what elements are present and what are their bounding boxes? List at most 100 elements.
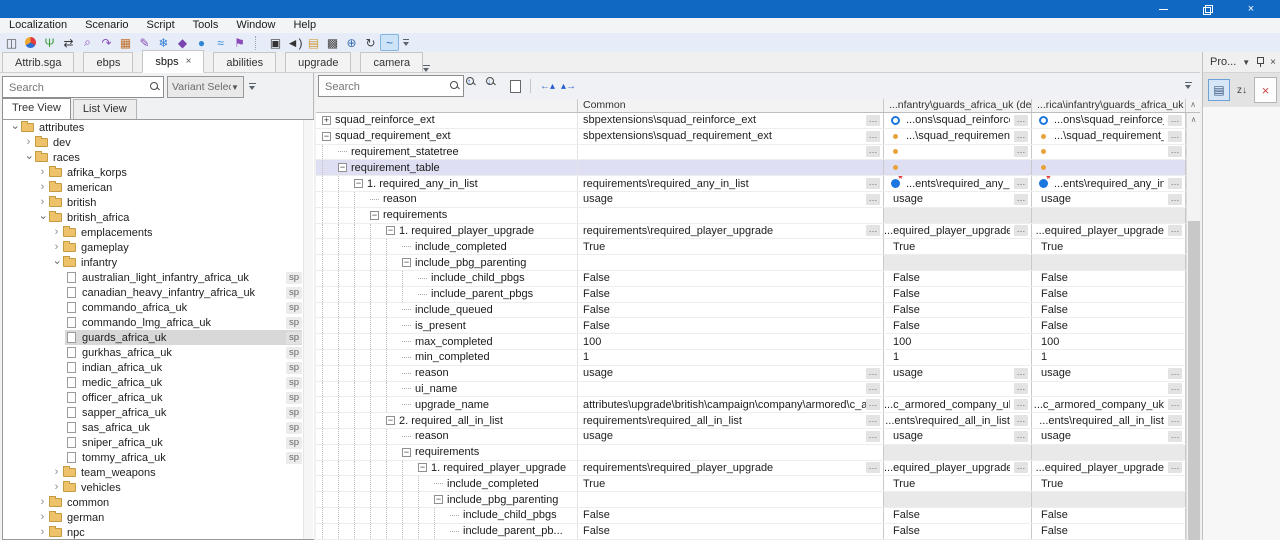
ellipsis-button[interactable]: … xyxy=(866,399,880,411)
category-view-button[interactable]: ▤ xyxy=(1208,79,1230,101)
search-options-overflow-icon[interactable] xyxy=(248,81,258,93)
tree-item-afrika_korps[interactable]: › afrika_korps xyxy=(3,165,314,180)
history-icon[interactable]: ↻ xyxy=(361,34,380,51)
expander-icon[interactable]: − xyxy=(370,210,379,220)
sp-variant-cell[interactable]: False xyxy=(1032,270,1186,286)
ellipsis-button[interactable]: … xyxy=(866,383,880,395)
flag-icon[interactable]: ⚑ xyxy=(230,34,249,51)
common-value-cell[interactable]: requirements\required_any_in_list… xyxy=(578,176,884,191)
row-max_completed[interactable]: max_completed 100 100 100 xyxy=(316,334,1186,350)
common-value-cell[interactable]: False xyxy=(578,523,884,539)
default-variant-cell[interactable]: 1 xyxy=(884,349,1032,365)
ellipsis-button[interactable]: … xyxy=(1014,225,1028,237)
default-variant-cell[interactable] xyxy=(884,492,1032,507)
ellipsis-button[interactable]: … xyxy=(1014,383,1028,395)
tab-close-icon[interactable]: × xyxy=(186,53,192,71)
row-1-required_player_upgrade[interactable]: −1. required_player_upgrade requirements\… xyxy=(316,460,1186,477)
row-1-required_any_in_list[interactable]: −1. required_any_in_list requirements\req… xyxy=(316,176,1186,192)
globe-search-icon[interactable]: ⊕ xyxy=(342,34,361,51)
tree-item-sniper_africa_uk[interactable]: sniper_africa_uk sp xyxy=(3,435,314,450)
sp-variant-cell[interactable]: False xyxy=(1032,302,1186,318)
common-value-cell[interactable]: False xyxy=(578,507,884,523)
sp-variant-cell[interactable]: False xyxy=(1032,286,1186,302)
texture-grid-icon[interactable]: ▦ xyxy=(116,34,135,51)
ellipsis-button[interactable]: … xyxy=(1168,383,1182,395)
expander-icon[interactable]: − xyxy=(354,179,363,189)
sp-variant-cell[interactable]: False xyxy=(1032,318,1186,334)
ellipsis-button[interactable]: … xyxy=(866,146,880,158)
grid-toolbar-overflow-icon[interactable] xyxy=(1184,80,1194,92)
ellipsis-button[interactable]: … xyxy=(1014,430,1028,442)
row-include_queued[interactable]: include_queued False False False xyxy=(316,302,1186,319)
tree-item-gurkhas_africa_uk[interactable]: gurkhas_africa_uk sp xyxy=(3,345,314,360)
ellipsis-button[interactable]: … xyxy=(1014,178,1028,190)
ellipsis-button[interactable]: … xyxy=(1168,367,1182,379)
common-value-cell[interactable]: requirements\required_player_upgrade… xyxy=(578,223,884,239)
tree-item-tommy_africa_uk[interactable]: tommy_africa_uk sp xyxy=(3,450,314,465)
row-include_child_pbgs[interactable]: include_child_pbgs False False False xyxy=(316,507,1186,524)
common-value-cell[interactable]: False xyxy=(578,318,884,334)
row-include_completed[interactable]: include_completed True True True xyxy=(316,476,1186,493)
default-variant-cell[interactable] xyxy=(884,444,1032,460)
default-variant-cell[interactable]: 100 xyxy=(884,334,1032,349)
expander-icon[interactable]: › xyxy=(37,497,48,508)
common-value-cell[interactable] xyxy=(578,255,884,270)
default-variant-cell[interactable]: False xyxy=(884,302,1032,318)
expander-icon[interactable]: › xyxy=(37,212,49,223)
sp-variant-cell[interactable]: … xyxy=(1032,144,1186,160)
row-squad_reinforce_ext[interactable]: + squad_reinforce_ext sbpextensions\squad_… xyxy=(316,113,1186,129)
tree-item-british_africa[interactable]: › british_africa xyxy=(3,210,314,225)
expander-icon[interactable]: › xyxy=(37,512,48,523)
next-difference-button[interactable]: ▴→ xyxy=(561,81,576,92)
default-variant-cell[interactable]: ...equired_player_upgrade… xyxy=(884,460,1032,476)
expander-icon[interactable]: › xyxy=(37,527,48,538)
tree-item-american[interactable]: › american xyxy=(3,180,314,195)
tree-item-gameplay[interactable]: › gameplay xyxy=(3,240,314,255)
row-include_pbg_parenting[interactable]: − include_pbg_parenting xyxy=(316,492,1186,508)
common-value-cell[interactable]: attributes\upgrade\british\campaign\comp… xyxy=(578,397,884,413)
row-requirement_statetree[interactable]: requirement_statetree……… xyxy=(316,144,1186,161)
expander-icon[interactable]: − xyxy=(338,163,347,173)
expander-icon[interactable]: − xyxy=(386,416,395,426)
ellipsis-button[interactable]: … xyxy=(1168,399,1182,411)
default-variant-cell[interactable]: … xyxy=(884,381,1032,397)
sp-variant-cell[interactable]: ...equired_player_upgrade… xyxy=(1032,223,1186,239)
ellipsis-button[interactable]: … xyxy=(1168,130,1182,142)
ellipsis-button[interactable]: … xyxy=(1014,130,1028,142)
expander-icon[interactable]: + xyxy=(322,115,331,125)
expander-icon[interactable]: › xyxy=(37,167,48,178)
previous-difference-button[interactable]: ←▴ xyxy=(540,81,555,92)
ellipsis-button[interactable]: … xyxy=(1014,462,1028,474)
row-reason[interactable]: reason usage… usage… usage… xyxy=(316,365,1186,382)
sp-variant-cell[interactable]: ...\squad_requirement_ext… xyxy=(1032,128,1186,144)
chevron-down-icon[interactable]: ▼ xyxy=(1242,58,1250,67)
tree-item-common[interactable]: › common xyxy=(3,495,314,510)
sp-variant-cell[interactable]: ...equired_player_upgrade… xyxy=(1032,460,1186,476)
expander-icon[interactable]: − xyxy=(322,131,331,141)
ellipsis-button[interactable]: … xyxy=(866,367,880,379)
ellipsis-button[interactable]: … xyxy=(866,130,880,142)
tree-item-officer_africa_uk[interactable]: officer_africa_uk sp xyxy=(3,390,314,405)
swap-arrows-icon[interactable]: ⇄ xyxy=(59,34,78,51)
default-variant-cell[interactable]: True xyxy=(884,476,1032,492)
grid-search-input[interactable] xyxy=(323,77,449,97)
row-1-required_player_upgrade[interactable]: −1. required_player_upgrade requirements\… xyxy=(316,223,1186,240)
ellipsis-button[interactable]: … xyxy=(1014,367,1028,379)
common-value-cell[interactable]: … xyxy=(578,144,884,160)
shield-icon[interactable]: ◆ xyxy=(173,34,192,51)
default-variant-cell[interactable]: False xyxy=(884,523,1032,539)
common-value-cell[interactable]: usage… xyxy=(578,365,884,381)
sp-variant-cell[interactable]: usage… xyxy=(1032,191,1186,207)
variant-selection-dropdown[interactable]: Variant Selection ▼ xyxy=(167,76,244,98)
checkerboard-icon[interactable]: ▩ xyxy=(323,34,342,51)
tree-item-infantry[interactable]: › infantry xyxy=(3,255,314,270)
expander-icon[interactable]: › xyxy=(51,227,62,238)
ellipsis-button[interactable]: … xyxy=(866,114,880,126)
default-variant-cell[interactable] xyxy=(884,207,1032,223)
expander-icon[interactable]: › xyxy=(23,152,35,163)
tree-item-canadian_heavy_infantry_africa_uk[interactable]: canadian_heavy_infantry_africa_uk sp xyxy=(3,285,314,300)
grid-header-col3[interactable]: ...rica\infantry\guards_africa_uk (sp) xyxy=(1032,99,1186,112)
sp-variant-cell[interactable] xyxy=(1032,444,1186,460)
ellipsis-button[interactable]: … xyxy=(1014,415,1028,427)
ellipsis-button[interactable]: … xyxy=(866,430,880,442)
